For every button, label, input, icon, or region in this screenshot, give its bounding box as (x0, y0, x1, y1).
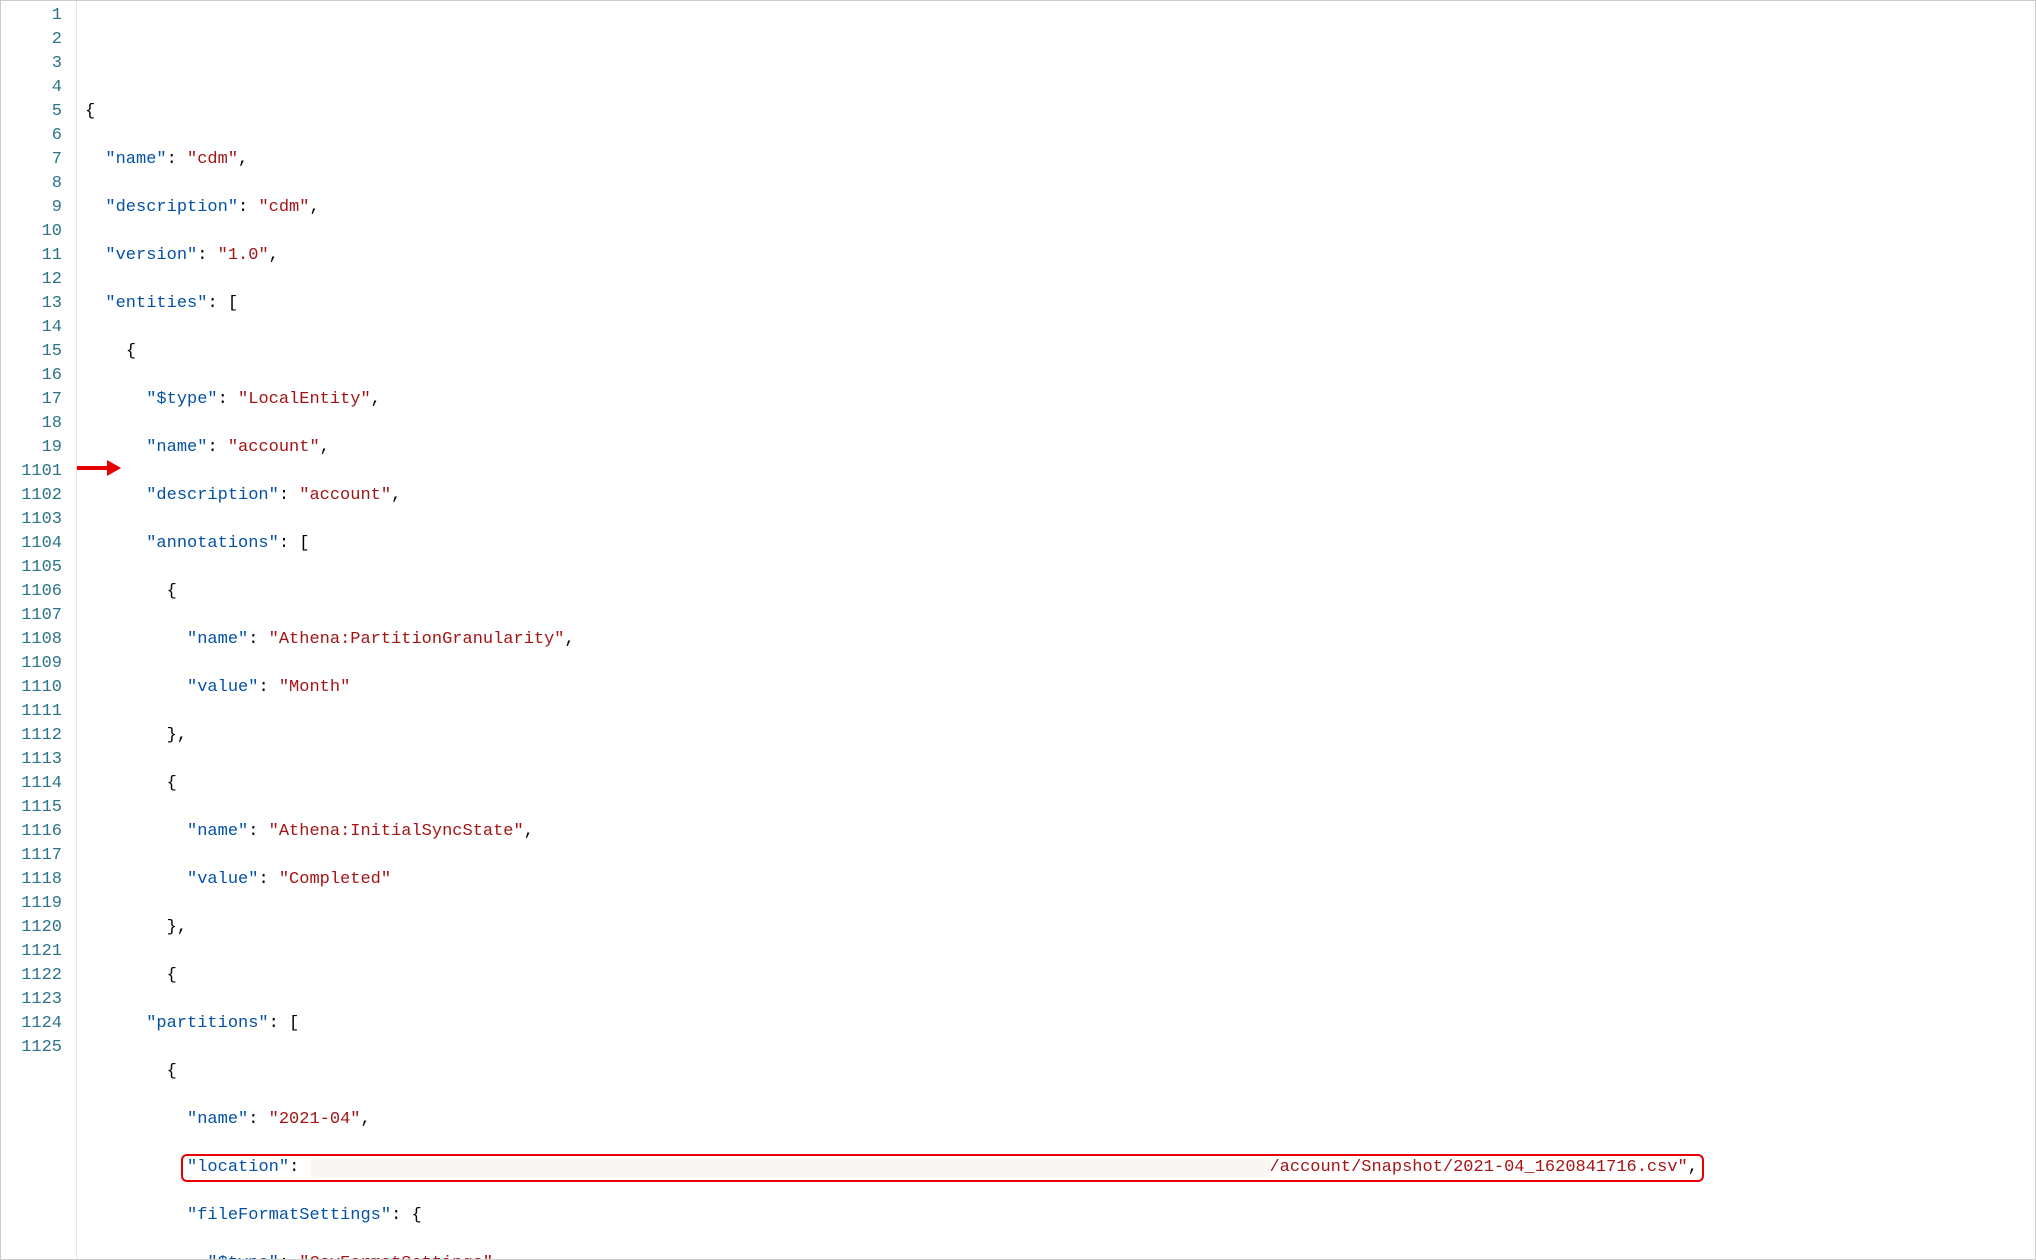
line-number: 1117 (1, 844, 62, 868)
line-number: 6 (1, 124, 62, 148)
line-number: 1111 (1, 700, 62, 724)
line-number: 1120 (1, 916, 62, 940)
line-number: 11 (1, 244, 62, 268)
code-line: "$type": "LocalEntity", (85, 388, 2035, 412)
line-number: 1102 (1, 484, 62, 508)
line-number: 1110 (1, 676, 62, 700)
line-number: 3 (1, 52, 62, 76)
line-number: 14 (1, 316, 62, 340)
code-line: "name": "account", (85, 436, 2035, 460)
line-number: 1113 (1, 748, 62, 772)
code-line: "description": "account", (85, 484, 2035, 508)
line-number: 1106 (1, 580, 62, 604)
line-number: 1 (1, 4, 62, 28)
line-number: 1105 (1, 556, 62, 580)
line-number: 18 (1, 412, 62, 436)
code-line: "description": "cdm", (85, 196, 2035, 220)
code-line: "version": "1.0", (85, 244, 2035, 268)
code-line: { (85, 340, 2035, 364)
line-number: 1121 (1, 940, 62, 964)
line-number: 1123 (1, 988, 62, 1012)
code-line: "$type": "CsvFormatSettings", (85, 1252, 2035, 1259)
line-number: 5 (1, 100, 62, 124)
line-number: 4 (1, 76, 62, 100)
code-editor: 1234567891011121314151617181911011102110… (1, 1, 2035, 1259)
line-number: 1115 (1, 796, 62, 820)
code-line: "fileFormatSettings": { (85, 1204, 2035, 1228)
line-number: 1108 (1, 628, 62, 652)
code-line: "annotations": [ (85, 532, 2035, 556)
code-line: { (85, 772, 2035, 796)
code-line: "name": "Athena:PartitionGranularity", (85, 628, 2035, 652)
line-number: 15 (1, 340, 62, 364)
code-line: { (85, 1060, 2035, 1084)
line-number: 13 (1, 292, 62, 316)
line-number: 16 (1, 364, 62, 388)
line-number: 17 (1, 388, 62, 412)
code-line: "name": "Athena:InitialSyncState", (85, 820, 2035, 844)
code-content[interactable]: { "name": "cdm", "description": "cdm", "… (77, 1, 2035, 1259)
arrow-annotation (77, 460, 123, 476)
code-line: "value": "Month" (85, 676, 2035, 700)
code-line: }, (85, 916, 2035, 940)
line-number: 1112 (1, 724, 62, 748)
line-number: 1101 (1, 460, 62, 484)
code-line: "value": "Completed" (85, 868, 2035, 892)
line-number: 19 (1, 436, 62, 460)
line-number: 1118 (1, 868, 62, 892)
code-line: "entities": [ (85, 292, 2035, 316)
code-line: "name": "cdm", (85, 148, 2035, 172)
line-number: 7 (1, 148, 62, 172)
code-line: { (85, 100, 2035, 124)
line-number: 1107 (1, 604, 62, 628)
line-number: 1125 (1, 1036, 62, 1060)
code-line: "partitions": [ (85, 1012, 2035, 1036)
line-number: 1119 (1, 892, 62, 916)
line-number: 1103 (1, 508, 62, 532)
line-number: 1122 (1, 964, 62, 988)
line-number: 10 (1, 220, 62, 244)
line-number: 1116 (1, 820, 62, 844)
line-number: 1104 (1, 532, 62, 556)
line-number: 12 (1, 268, 62, 292)
line-number: 1124 (1, 1012, 62, 1036)
line-number: 1109 (1, 652, 62, 676)
line-number: 8 (1, 172, 62, 196)
code-line: "location": /account/Snapshot/2021-04_16… (85, 1156, 2035, 1180)
line-number-gutter: 1234567891011121314151617181911011102110… (1, 1, 77, 1259)
line-number: 9 (1, 196, 62, 220)
code-line: }, (85, 724, 2035, 748)
code-line: "name": "2021-04", (85, 1108, 2035, 1132)
code-line: { (85, 964, 2035, 988)
code-line: { (85, 580, 2035, 604)
line-number: 2 (1, 28, 62, 52)
line-number: 1114 (1, 772, 62, 796)
